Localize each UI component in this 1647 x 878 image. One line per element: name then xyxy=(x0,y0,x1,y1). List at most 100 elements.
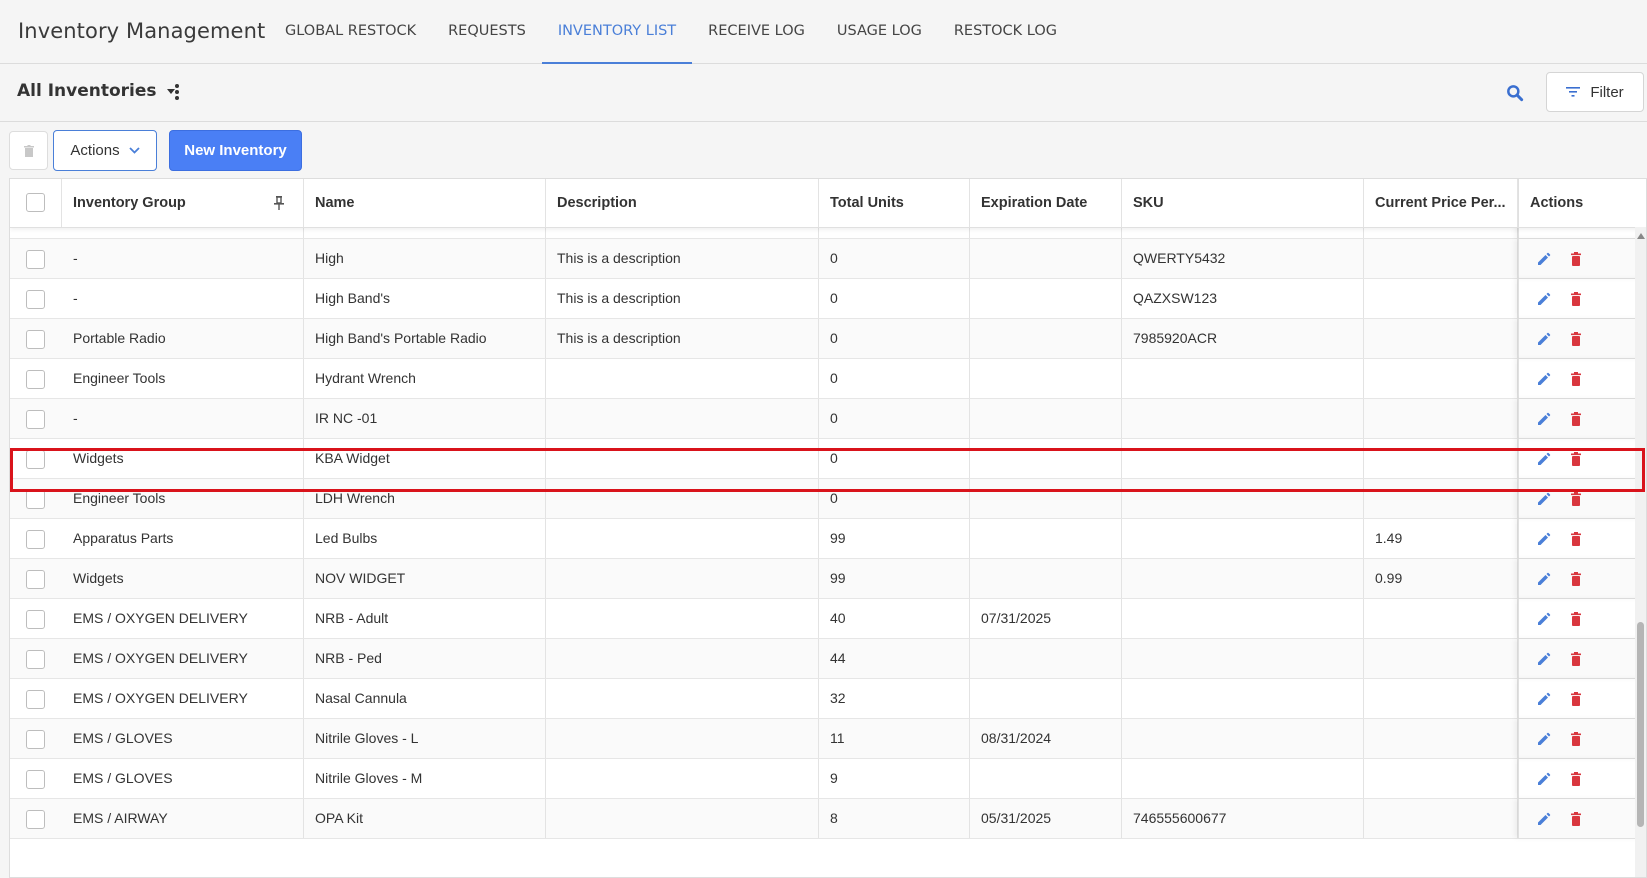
edit-icon[interactable] xyxy=(1536,811,1552,827)
table-row[interactable]: EMS / OXYGEN DELIVERY NRB - Adult 40 07/31/… xyxy=(10,599,1646,639)
vertical-scrollbar[interactable] xyxy=(1635,227,1646,877)
header-current-price[interactable]: Current Price Per... xyxy=(1364,179,1518,227)
edit-icon[interactable] xyxy=(1536,411,1552,427)
cell-total-units xyxy=(819,227,970,238)
header-sku[interactable]: SKU xyxy=(1122,179,1364,227)
delete-icon[interactable] xyxy=(1568,811,1584,827)
table-row[interactable]: EMS / GLOVES Nitrile Gloves - L 11 08/31/20… xyxy=(10,719,1646,759)
header-expiration-date[interactable]: Expiration Date xyxy=(970,179,1122,227)
delete-icon[interactable] xyxy=(1568,491,1584,507)
delete-icon[interactable] xyxy=(1568,411,1584,427)
cell-inventory-group: EMS / OXYGEN DELIVERY xyxy=(62,599,304,638)
tab-global-restock[interactable]: GLOBAL RESTOCK xyxy=(269,0,432,64)
edit-icon[interactable] xyxy=(1536,531,1552,547)
row-checkbox[interactable] xyxy=(26,690,45,709)
cell-total-units: 11 xyxy=(819,719,970,758)
table-row[interactable]: Widgets KBA Widget 0 xyxy=(10,439,1646,479)
row-checkbox[interactable] xyxy=(26,250,45,269)
delete-icon[interactable] xyxy=(1568,451,1584,467)
cell-current-price xyxy=(1364,479,1518,518)
select-all-checkbox[interactable] xyxy=(26,193,45,212)
tab-receive-log[interactable]: RECEIVE LOG xyxy=(692,0,821,64)
row-checkbox[interactable] xyxy=(26,330,45,349)
cell-description xyxy=(546,599,819,638)
edit-icon[interactable] xyxy=(1536,611,1552,627)
edit-icon[interactable] xyxy=(1536,491,1552,507)
table-row[interactable]: EMS / OXYGEN DELIVERY NRB - Ped 44 xyxy=(10,639,1646,679)
cell-inventory-group: EMS / GLOVES xyxy=(62,719,304,758)
table-row[interactable]: EMS / GLOVES Nitrile Gloves - M 9 xyxy=(10,759,1646,799)
tab-inventory-list[interactable]: INVENTORY LIST xyxy=(541,0,693,64)
table-row[interactable]: Engineer Tools LDH Wrench 0 xyxy=(10,479,1646,519)
search-icon[interactable] xyxy=(1505,83,1525,103)
table-row[interactable]: Apparatus Parts Led Bulbs 99 1.49 xyxy=(10,519,1646,559)
table-row[interactable]: - IR NC -01 0 xyxy=(10,399,1646,439)
row-checkbox[interactable] xyxy=(26,610,45,629)
header-name[interactable]: Name xyxy=(304,179,546,227)
edit-icon[interactable] xyxy=(1536,291,1552,307)
scroll-thumb[interactable] xyxy=(1637,622,1644,827)
tab-restock-log[interactable]: RESTOCK LOG xyxy=(938,0,1073,64)
table-row[interactable]: Portable Radio High Band's Portable Radio… xyxy=(10,319,1646,359)
row-checkbox[interactable] xyxy=(26,410,45,429)
row-checkbox[interactable] xyxy=(26,450,45,469)
edit-icon[interactable] xyxy=(1536,371,1552,387)
scroll-up-arrow-icon[interactable] xyxy=(1637,233,1645,239)
delete-icon[interactable] xyxy=(1568,291,1584,307)
cell-current-price xyxy=(1364,719,1518,758)
cell-current-price: 1.49 xyxy=(1364,519,1518,558)
delete-icon[interactable] xyxy=(1568,371,1584,387)
edit-icon[interactable] xyxy=(1536,251,1552,267)
tab-requests[interactable]: REQUESTS xyxy=(432,0,542,64)
row-checkbox[interactable] xyxy=(26,770,45,789)
delete-icon[interactable] xyxy=(1568,251,1584,267)
header-total-units[interactable]: Total Units xyxy=(819,179,970,227)
delete-icon[interactable] xyxy=(1568,651,1584,667)
row-checkbox[interactable] xyxy=(26,810,45,829)
delete-icon[interactable] xyxy=(1568,691,1584,707)
edit-icon[interactable] xyxy=(1536,331,1552,347)
filter-label: Filter xyxy=(1590,83,1624,101)
table-row[interactable]: Engineer Tools Hydrant Wrench 0 xyxy=(10,359,1646,399)
delete-icon[interactable] xyxy=(1568,731,1584,747)
row-checkbox[interactable] xyxy=(26,290,45,309)
filter-button[interactable]: Filter xyxy=(1546,72,1644,112)
new-inventory-button[interactable]: New Inventory xyxy=(169,130,302,171)
delete-icon[interactable] xyxy=(1568,571,1584,587)
actions-dropdown-button[interactable]: Actions xyxy=(53,130,157,171)
row-checkbox[interactable] xyxy=(26,370,45,389)
edit-icon[interactable] xyxy=(1536,691,1552,707)
row-checkbox[interactable] xyxy=(26,730,45,749)
cell-current-price xyxy=(1364,319,1518,358)
edit-icon[interactable] xyxy=(1536,651,1552,667)
edit-icon[interactable] xyxy=(1536,451,1552,467)
table-row[interactable]: EMS / OXYGEN DELIVERY Nasal Cannula 32 xyxy=(10,679,1646,719)
row-checkbox[interactable] xyxy=(26,490,45,509)
cell-sku xyxy=(1122,439,1364,478)
bulk-delete-button[interactable] xyxy=(9,131,48,170)
pin-icon[interactable] xyxy=(274,196,284,210)
delete-icon[interactable] xyxy=(1568,611,1584,627)
inventory-grid: Inventory Group Name Description Total U… xyxy=(9,178,1647,878)
row-actions xyxy=(1518,239,1646,278)
table-row[interactable]: EMS / AIRWAY OPA Kit 8 05/31/2025 7465556006… xyxy=(10,799,1646,839)
header-description[interactable]: Description xyxy=(546,179,819,227)
delete-icon[interactable] xyxy=(1568,331,1584,347)
cell-description xyxy=(546,399,819,438)
header-inventory-group[interactable]: Inventory Group xyxy=(62,179,304,227)
row-checkbox[interactable] xyxy=(26,650,45,669)
table-row[interactable]: - High This is a description 0 QWERTY5432 xyxy=(10,239,1646,279)
row-checkbox[interactable] xyxy=(26,530,45,549)
table-row[interactable]: Widgets NOV WIDGET 99 0.99 xyxy=(10,559,1646,599)
delete-icon[interactable] xyxy=(1568,531,1584,547)
edit-icon[interactable] xyxy=(1536,771,1552,787)
inventory-selector[interactable]: All Inventories xyxy=(17,81,175,101)
cell-expiration-date: 08/31/2024 xyxy=(970,719,1122,758)
edit-icon[interactable] xyxy=(1536,571,1552,587)
row-checkbox[interactable] xyxy=(26,570,45,589)
table-row[interactable]: - High Band's This is a description 0 QAZXSW… xyxy=(10,279,1646,319)
delete-icon[interactable] xyxy=(1568,771,1584,787)
more-options-icon[interactable] xyxy=(174,84,180,102)
edit-icon[interactable] xyxy=(1536,731,1552,747)
tab-usage-log[interactable]: USAGE LOG xyxy=(821,0,938,64)
